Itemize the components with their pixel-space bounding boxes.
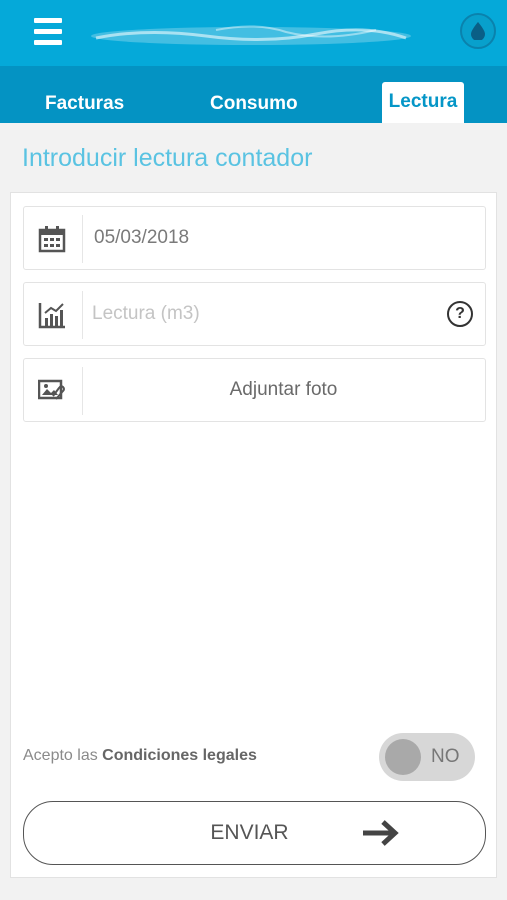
date-value: 05/03/2018 bbox=[94, 227, 190, 248]
page-title: Introducir lectura contador bbox=[22, 144, 313, 172]
toggle-knob bbox=[385, 739, 421, 775]
reading-form-card: 05/03/2018 ? Adjuntar foto Acepto las Co… bbox=[10, 192, 497, 878]
arrow-right-icon bbox=[363, 820, 399, 846]
chart-icon bbox=[38, 303, 65, 329]
attach-photo-label: Adjuntar foto bbox=[229, 379, 338, 400]
help-icon[interactable]: ? bbox=[447, 301, 473, 327]
tab-consumo[interactable]: Consumo bbox=[210, 84, 298, 123]
photo-attach-icon bbox=[38, 379, 65, 400]
tab-bar: Facturas Consumo Lectura bbox=[0, 66, 507, 123]
accept-conditions-toggle[interactable]: NO bbox=[379, 733, 475, 781]
hamburger-menu-icon[interactable] bbox=[34, 18, 62, 46]
reading-field: ? bbox=[23, 282, 486, 346]
attach-photo-button[interactable]: Adjuntar foto bbox=[23, 358, 486, 422]
tab-facturas[interactable]: Facturas bbox=[45, 84, 124, 123]
water-drop-icon[interactable] bbox=[460, 13, 496, 49]
legal-conditions-text: Acepto las Condiciones legales bbox=[23, 747, 257, 765]
legal-conditions-link[interactable]: Condiciones legales bbox=[102, 747, 257, 764]
legal-prefix: Acepto las bbox=[23, 747, 103, 764]
toggle-label: NO bbox=[431, 746, 460, 767]
send-label: ENVIAR bbox=[210, 821, 289, 844]
tab-lectura[interactable]: Lectura bbox=[382, 82, 464, 123]
calendar-icon bbox=[38, 226, 66, 253]
reading-input[interactable] bbox=[92, 297, 432, 331]
app-header bbox=[0, 0, 507, 66]
send-button[interactable]: ENVIAR bbox=[23, 801, 486, 865]
date-field[interactable]: 05/03/2018 bbox=[23, 206, 486, 270]
brand-logo bbox=[91, 25, 411, 45]
